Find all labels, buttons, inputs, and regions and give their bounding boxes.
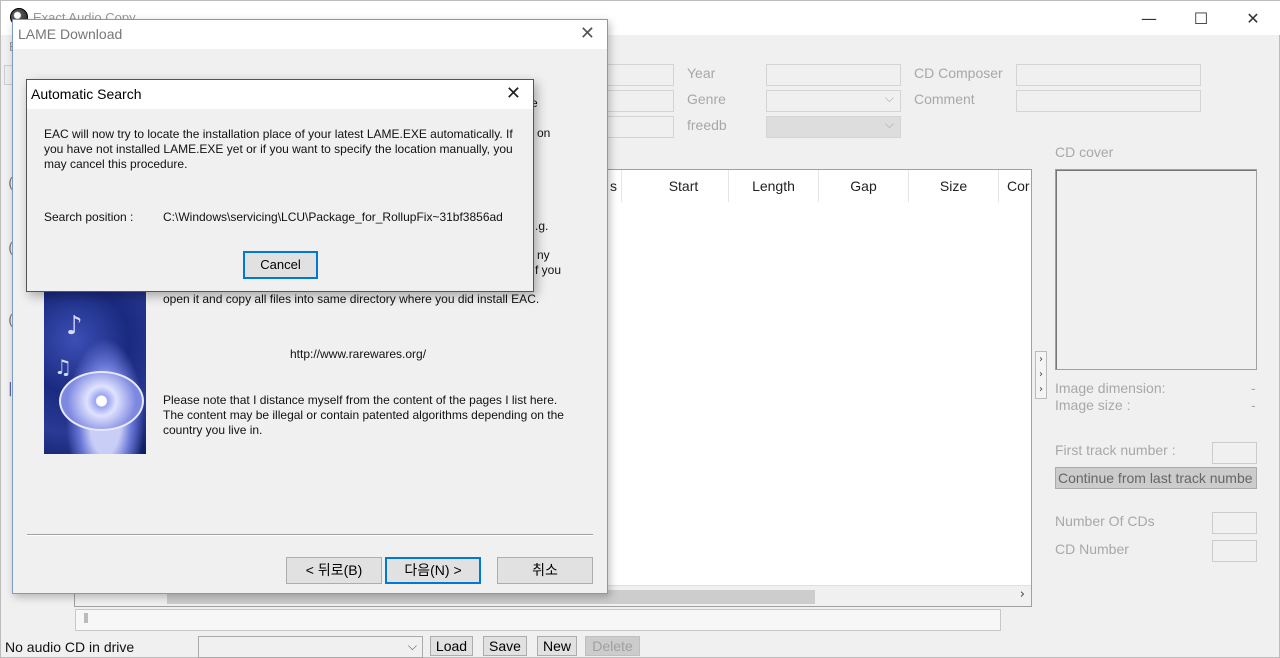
continue-from-last-track-button[interactable]: Continue from last track numbe xyxy=(1055,467,1257,489)
maximize-icon[interactable]: ☐ xyxy=(1175,1,1227,35)
cd-disc-graphic xyxy=(59,371,144,431)
minimize-icon[interactable]: — xyxy=(1123,1,1175,35)
scroll-right-icon[interactable]: › xyxy=(1020,587,1025,602)
delete-button[interactable]: Delete xyxy=(585,636,640,656)
rarewares-link[interactable]: http://www.rarewares.org/ xyxy=(290,347,426,362)
cd-composer-field[interactable] xyxy=(1016,64,1201,86)
back-button[interactable]: < 뒤로(B) xyxy=(286,557,382,584)
cd-number-label: CD Number xyxy=(1055,541,1129,557)
auto-search-title: Automatic Search xyxy=(31,86,142,102)
new-button[interactable]: New xyxy=(537,636,577,656)
cd-composer-label: CD Composer xyxy=(914,65,1003,81)
automatic-search-dialog: Automatic Search ✕ EAC will now try to l… xyxy=(26,79,534,292)
status-text: No audio CD in drive xyxy=(5,639,135,655)
image-size-value: - xyxy=(1251,397,1256,413)
cd-cover-label: CD cover xyxy=(1055,144,1114,160)
save-button[interactable]: Save xyxy=(483,636,527,656)
lame-text-fragment-5: f you xyxy=(535,263,562,277)
load-button[interactable]: Load xyxy=(430,636,473,656)
lame-text-fragment-4: ny xyxy=(537,248,550,262)
close-icon[interactable]: ✕ xyxy=(580,23,595,44)
column-header-length[interactable]: Length xyxy=(729,170,819,202)
close-icon[interactable]: ✕ xyxy=(1227,1,1279,35)
expand-panel-icon[interactable]: › › › xyxy=(1035,351,1047,399)
lame-instruction-text: open it and copy all files into same dir… xyxy=(163,292,540,306)
first-track-field[interactable] xyxy=(1212,442,1257,464)
position-slider[interactable] xyxy=(75,609,1001,631)
lame-disclaimer-text: Please note that I distance myself from … xyxy=(163,393,564,437)
freedb-label: freedb xyxy=(687,117,727,133)
image-dimension-label: Image dimension: xyxy=(1055,380,1166,396)
freedb-select[interactable] xyxy=(766,116,901,138)
lame-dialog-title: LAME Download xyxy=(18,26,123,42)
first-track-label: First track number : xyxy=(1055,442,1176,458)
next-button[interactable]: 다음(N) > xyxy=(385,557,481,584)
dialog-divider xyxy=(27,534,593,536)
cd-cover-image[interactable] xyxy=(1055,169,1257,370)
year-field[interactable] xyxy=(766,64,901,86)
auto-search-cancel-button[interactable]: Cancel xyxy=(243,251,318,279)
cancel-button[interactable]: 취소 xyxy=(497,557,593,584)
artist-field[interactable] xyxy=(607,90,674,112)
auto-search-titlebar: Automatic Search ✕ xyxy=(27,80,533,109)
search-position-value: C:\Windows\servicing\LCU\Package_for_Rol… xyxy=(163,210,503,224)
close-icon[interactable]: ✕ xyxy=(506,83,521,104)
title-field[interactable] xyxy=(607,116,674,138)
slider-handle[interactable] xyxy=(84,613,88,623)
lame-text-fragment-2: on xyxy=(537,126,551,140)
profile-select[interactable]: ⌵ xyxy=(198,636,423,658)
comment-label: Comment xyxy=(914,91,975,107)
cd-number-field[interactable] xyxy=(1212,540,1257,562)
column-header-gap[interactable]: Gap xyxy=(819,170,909,202)
image-dimension-value: - xyxy=(1251,380,1256,396)
column-header-start[interactable]: Start xyxy=(639,170,729,202)
treble-clef-icon: ♫ xyxy=(54,355,72,379)
genre-select[interactable] xyxy=(766,90,901,112)
lame-dialog-titlebar: LAME Download ✕ xyxy=(13,20,607,49)
music-note-icon: ♪ xyxy=(66,311,83,341)
image-size-label: Image size : xyxy=(1055,397,1131,413)
lame-text-fragment-3: .g. xyxy=(535,219,549,233)
column-header-cor[interactable]: Cor xyxy=(999,170,1031,202)
column-header-size[interactable]: Size xyxy=(909,170,999,202)
genre-label: Genre xyxy=(687,91,726,107)
chevron-down-icon: ⌵ xyxy=(407,639,417,653)
number-of-cds-field[interactable] xyxy=(1212,512,1257,534)
year-label: Year xyxy=(687,65,716,81)
search-position-label: Search position : xyxy=(44,210,134,224)
comment-field[interactable] xyxy=(1016,90,1201,112)
music-cd-illustration: ♪ ♫ xyxy=(44,291,146,454)
auto-search-message: EAC will now try to locate the installat… xyxy=(44,127,513,171)
number-of-cds-label: Number Of CDs xyxy=(1055,513,1155,529)
album-field[interactable] xyxy=(607,64,674,86)
